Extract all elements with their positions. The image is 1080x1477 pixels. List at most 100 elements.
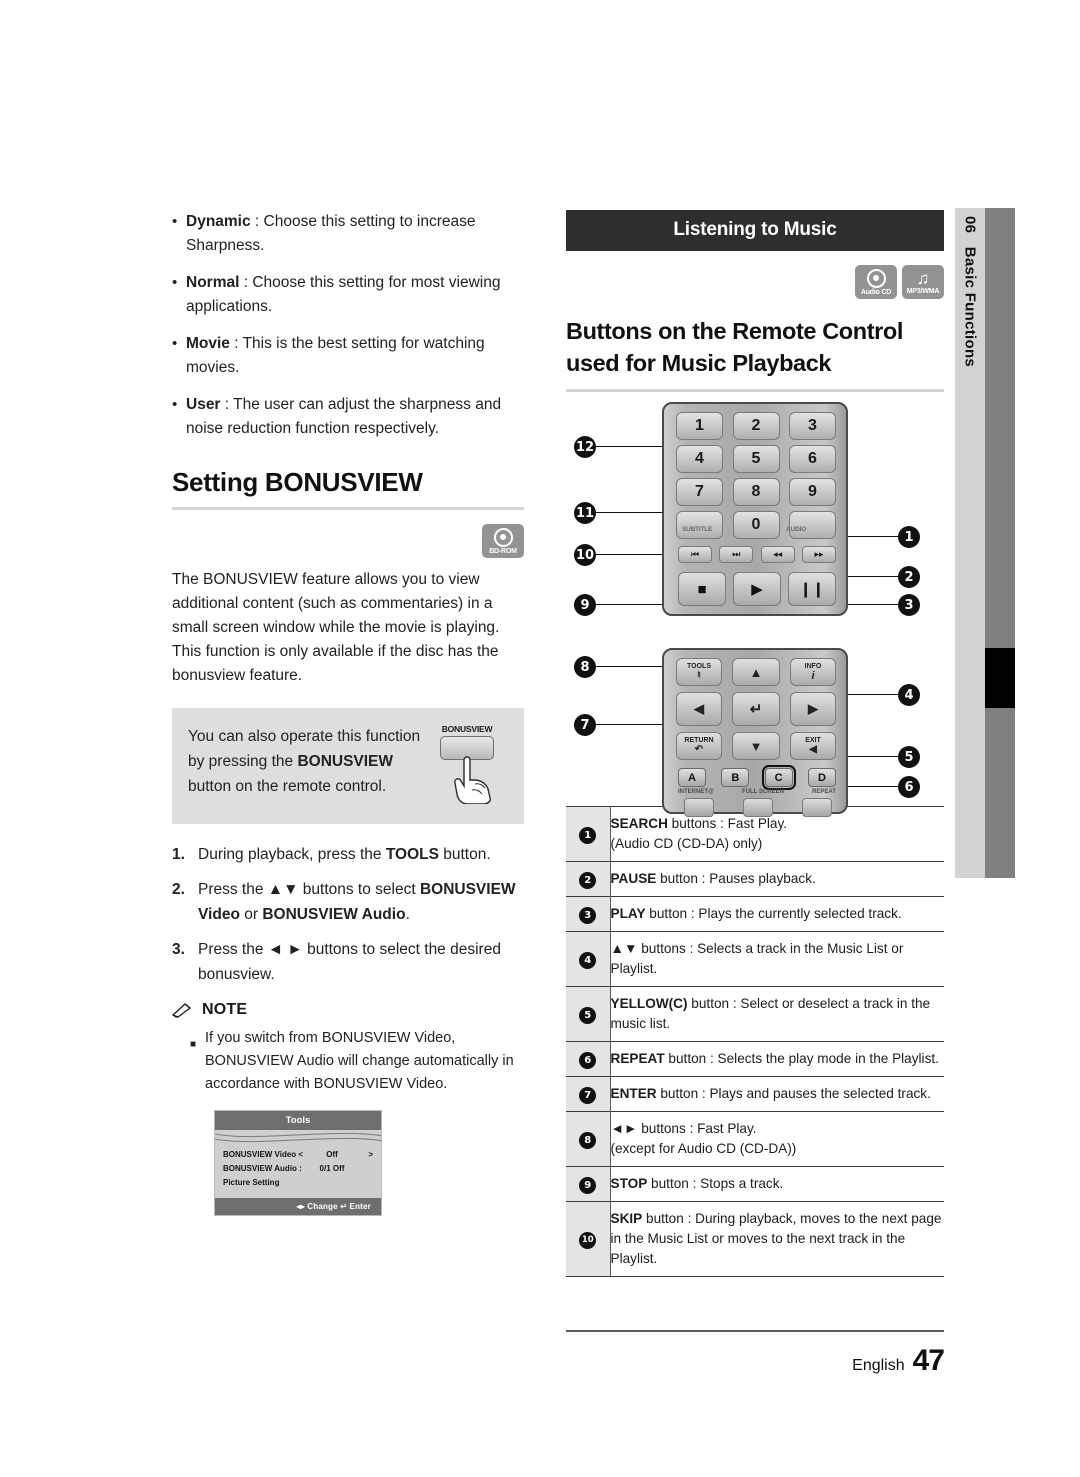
osd-wave-divider [215,1130,381,1144]
row-number-cell: 4 [566,931,611,987]
right-arrow-key[interactable]: ▶ [790,692,836,726]
pencil-icon [172,1003,192,1018]
left-arrow-key[interactable]: ◀ [676,692,722,726]
footer-language: English [852,1357,905,1374]
key-2[interactable]: 2 [732,412,780,440]
stop-key[interactable]: ■ [678,572,726,606]
table-row: 10 SKIP button : During playback, moves … [566,1201,944,1277]
remote-upper-body: 1 2 3 4 5 6 7 8 9 0 SUBTITLE AUDIO ⏮ ⏭ ◂… [662,402,848,616]
callout-8: 8 [574,656,596,678]
row-desc-text: buttons : Fast Play. [667,816,788,831]
info-key-glyph: i [811,669,815,682]
key-4[interactable]: 4 [676,445,723,473]
osd-row-key: BONUSVIEW Video < [223,1150,304,1159]
search-forward-key[interactable]: ▸▸ [801,546,836,563]
picture-mode-bullet-list: • Dynamic : Choose this setting to incre… [172,210,524,441]
key-8[interactable]: 8 [732,478,780,506]
note-text: If you switch from BONUSVIEW Video, BONU… [205,1030,514,1092]
row-number-cell: 9 [566,1166,611,1202]
osd-row-key: BONUSVIEW Audio : [223,1164,302,1173]
bullet-sep: : [239,274,253,291]
return-key[interactable]: RETURN ↶ [676,732,722,760]
chapter-number: 06 [961,216,979,234]
info-key[interactable]: INFO i [790,658,836,686]
blue-d-key[interactable]: D [807,768,836,787]
enter-key[interactable]: ↵ [732,692,780,726]
callout-badge: 3 [579,906,597,924]
bullet-sep: : [229,335,243,352]
callout-1: 1 [898,526,920,548]
osd-row: BONUSVIEW Audio : 0/1 Off [223,1162,373,1176]
key-6[interactable]: 6 [789,445,836,473]
skip-backward-key[interactable]: ⏮ [678,546,712,563]
callout-badge: 6 [579,1051,597,1069]
row-desc-cell: PLAY button : Plays the currently select… [610,896,944,932]
key-5[interactable]: 5 [732,445,780,473]
repeat-label: REPEAT [812,789,836,795]
internet-key[interactable] [684,798,714,817]
row-number-cell: 5 [566,986,611,1042]
row-desc-cell: ◄► buttons : Fast Play. (except for Audio… [610,1111,944,1167]
bullet-term: Normal [186,274,240,291]
row-number-cell: 8 [566,1111,611,1167]
row-number-cell: 10 [566,1201,611,1277]
exit-key[interactable]: EXIT ◀ [790,732,836,760]
audio-key[interactable] [789,511,836,539]
up-arrow-key[interactable]: ▲ [732,658,780,686]
callout-10: 10 [574,544,596,566]
full-screen-key[interactable] [743,798,773,817]
row-desc-line2: (Audio CD (CD-DA) only) [610,836,763,851]
callout-badge: 9 [579,1176,597,1194]
search-backward-key[interactable]: ◂◂ [760,546,795,563]
subtitle-key[interactable] [676,511,723,539]
osd-footer-hints: ◂▸ Change ↵ Enter [215,1198,381,1215]
bullet-sep: : [250,213,264,230]
bonusview-description: The BONUSVIEW feature allows you to view… [172,571,500,684]
callout-11: 11 [574,502,596,524]
step-number: 2. [172,881,185,898]
row-bold-term: ENTER [610,1086,657,1101]
osd-row-value [307,1176,357,1190]
list-item: • Dynamic : Choose this setting to incre… [172,210,524,258]
list-item: • User : The user can adjust the sharpne… [172,393,524,441]
yellow-c-key[interactable]: C [761,765,796,790]
green-b-key[interactable]: B [721,768,750,787]
key-9[interactable]: 9 [789,478,836,506]
skip-forward-key[interactable]: ⏭ [719,546,754,563]
step-text-pre: Press the ▲▼ buttons to select [198,881,420,898]
row-desc-text: button : During playback, moves to the n… [610,1211,942,1266]
bd-rom-label: BD-ROM [489,547,517,555]
row-bold-term: REPEAT [610,1051,665,1066]
row-desc-text: buttons : Selects a track in the Music L… [610,941,904,976]
key-3[interactable]: 3 [789,412,836,440]
section-heading: Setting BONUSVIEW [172,467,423,497]
row-desc-cell: REPEAT button : Selects the play mode in… [610,1041,944,1077]
row-bold-term: SEARCH [610,816,668,831]
footer-text: English 47 [566,1344,945,1378]
step-text-pre: Press the ◄ ► buttons to select the desi… [198,941,501,983]
callout-7: 7 [574,714,596,736]
play-key[interactable]: ▶ [733,572,781,606]
down-arrow-key[interactable]: ▼ [732,732,780,760]
subtitle-label: SUBTITLE [682,526,713,533]
music-note-glyph: ♫ [916,268,930,288]
osd-title: Tools [215,1111,381,1130]
key-1[interactable]: 1 [676,412,723,440]
key-0[interactable]: 0 [732,511,780,539]
red-a-key[interactable]: A [678,768,706,787]
callout-badge: 1 [579,826,597,844]
tools-osd-screenshot: Tools BONUSVIEW Video < Off > BONUSVIEW … [214,1110,382,1216]
pause-key[interactable]: ❙❙ [788,572,836,606]
callout-12: 12 [574,436,596,458]
remote-control-diagram: 12 11 10 9 8 7 1 2 3 4 5 6 1 2 3 4 5 6 7… [566,398,944,817]
row-bold-term: SKIP [610,1211,643,1226]
list-item: 2. Press the ▲▼ buttons to select BONUSV… [172,877,524,927]
manual-page: 06 Basic Functions • Dynamic : Choose th… [0,0,1080,1477]
step-text-bold2: BONUSVIEW Audio [262,906,406,923]
row-bold-term: ◄► [610,1121,638,1136]
osd-row-value: Off [326,1150,338,1159]
tools-key[interactable]: TOOLS ♮ [676,658,722,686]
table-row: 8 ◄► buttons : Fast Play. (except for Aud… [566,1111,944,1167]
key-7[interactable]: 7 [676,478,723,506]
repeat-key[interactable] [802,798,832,817]
